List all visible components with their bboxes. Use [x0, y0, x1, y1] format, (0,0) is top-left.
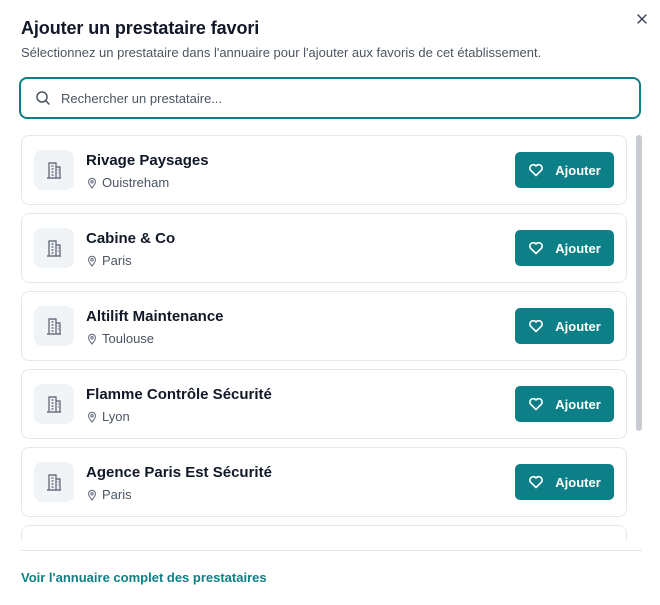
- add-favorite-button[interactable]: Ajouter: [515, 464, 614, 500]
- building-icon: [34, 384, 74, 424]
- provider-city: Lyon: [102, 409, 130, 424]
- provider-city: Paris: [102, 253, 132, 268]
- provider-city: Toulouse: [102, 331, 155, 346]
- provider-location: Lyon: [86, 409, 130, 424]
- provider-city: Ouistreham: [102, 175, 170, 190]
- heart-icon: [528, 396, 544, 412]
- map-pin-icon: [86, 333, 98, 345]
- map-pin-icon: [86, 489, 98, 501]
- provider-card-partial: [21, 525, 627, 541]
- add-favorite-label: Ajouter: [555, 396, 601, 412]
- add-favorite-label: Ajouter: [555, 240, 601, 256]
- add-favorite-button[interactable]: Ajouter: [515, 386, 614, 422]
- scrollbar-thumb[interactable]: [636, 135, 642, 431]
- provider-list: Rivage Paysages Ouistreham Ajouter Cabin…: [21, 135, 627, 541]
- search-box: [19, 77, 641, 119]
- provider-card: Flamme Contrôle Sécurité Lyon Ajouter: [21, 369, 627, 439]
- add-favorite-button[interactable]: Ajouter: [515, 230, 614, 266]
- add-favorite-provider-dialog: Ajouter un prestataire favori Sélectionn…: [0, 0, 660, 605]
- provider-card: Cabine & Co Paris Ajouter: [21, 213, 627, 283]
- provider-name: Flamme Contrôle Sécurité: [86, 386, 272, 403]
- building-icon: [34, 306, 74, 346]
- building-icon: [34, 462, 74, 502]
- provider-card: Rivage Paysages Ouistreham Ajouter: [21, 135, 627, 205]
- heart-icon: [528, 474, 544, 490]
- provider-card: Altilift Maintenance Toulouse Ajouter: [21, 291, 627, 361]
- provider-name: Cabine & Co: [86, 230, 176, 247]
- add-favorite-label: Ajouter: [555, 162, 601, 178]
- view-full-directory-link[interactable]: Voir l'annuaire complet des prestataires: [21, 570, 267, 585]
- provider-location: Paris: [86, 253, 132, 268]
- add-favorite-label: Ajouter: [555, 318, 601, 334]
- provider-name: Agence Paris Est Sécurité: [86, 464, 272, 481]
- building-icon: [34, 228, 74, 268]
- add-favorite-label: Ajouter: [555, 474, 601, 490]
- provider-name: Altilift Maintenance: [86, 308, 224, 325]
- provider-name: Rivage Paysages: [86, 152, 209, 169]
- map-pin-icon: [86, 255, 98, 267]
- building-icon: [34, 150, 74, 190]
- heart-icon: [528, 240, 544, 256]
- provider-card: Agence Paris Est Sécurité Paris Ajouter: [21, 447, 627, 517]
- add-favorite-button[interactable]: Ajouter: [515, 152, 614, 188]
- list-scrollbar[interactable]: [636, 135, 642, 541]
- provider-location: Paris: [86, 487, 132, 502]
- provider-location: Ouistreham: [86, 175, 169, 190]
- map-pin-icon: [86, 411, 98, 423]
- dialog-subtitle: Sélectionnez un prestataire dans l'annua…: [21, 45, 542, 60]
- provider-location: Toulouse: [86, 331, 154, 346]
- heart-icon: [528, 318, 544, 334]
- heart-icon: [528, 162, 544, 178]
- footer-divider: [21, 550, 642, 551]
- close-icon[interactable]: [633, 10, 651, 28]
- map-pin-icon: [86, 177, 98, 189]
- search-icon: [35, 90, 51, 106]
- dialog-title: Ajouter un prestataire favori: [21, 18, 260, 38]
- add-favorite-button[interactable]: Ajouter: [515, 308, 614, 344]
- search-input[interactable]: [59, 89, 639, 107]
- provider-city: Paris: [102, 487, 132, 502]
